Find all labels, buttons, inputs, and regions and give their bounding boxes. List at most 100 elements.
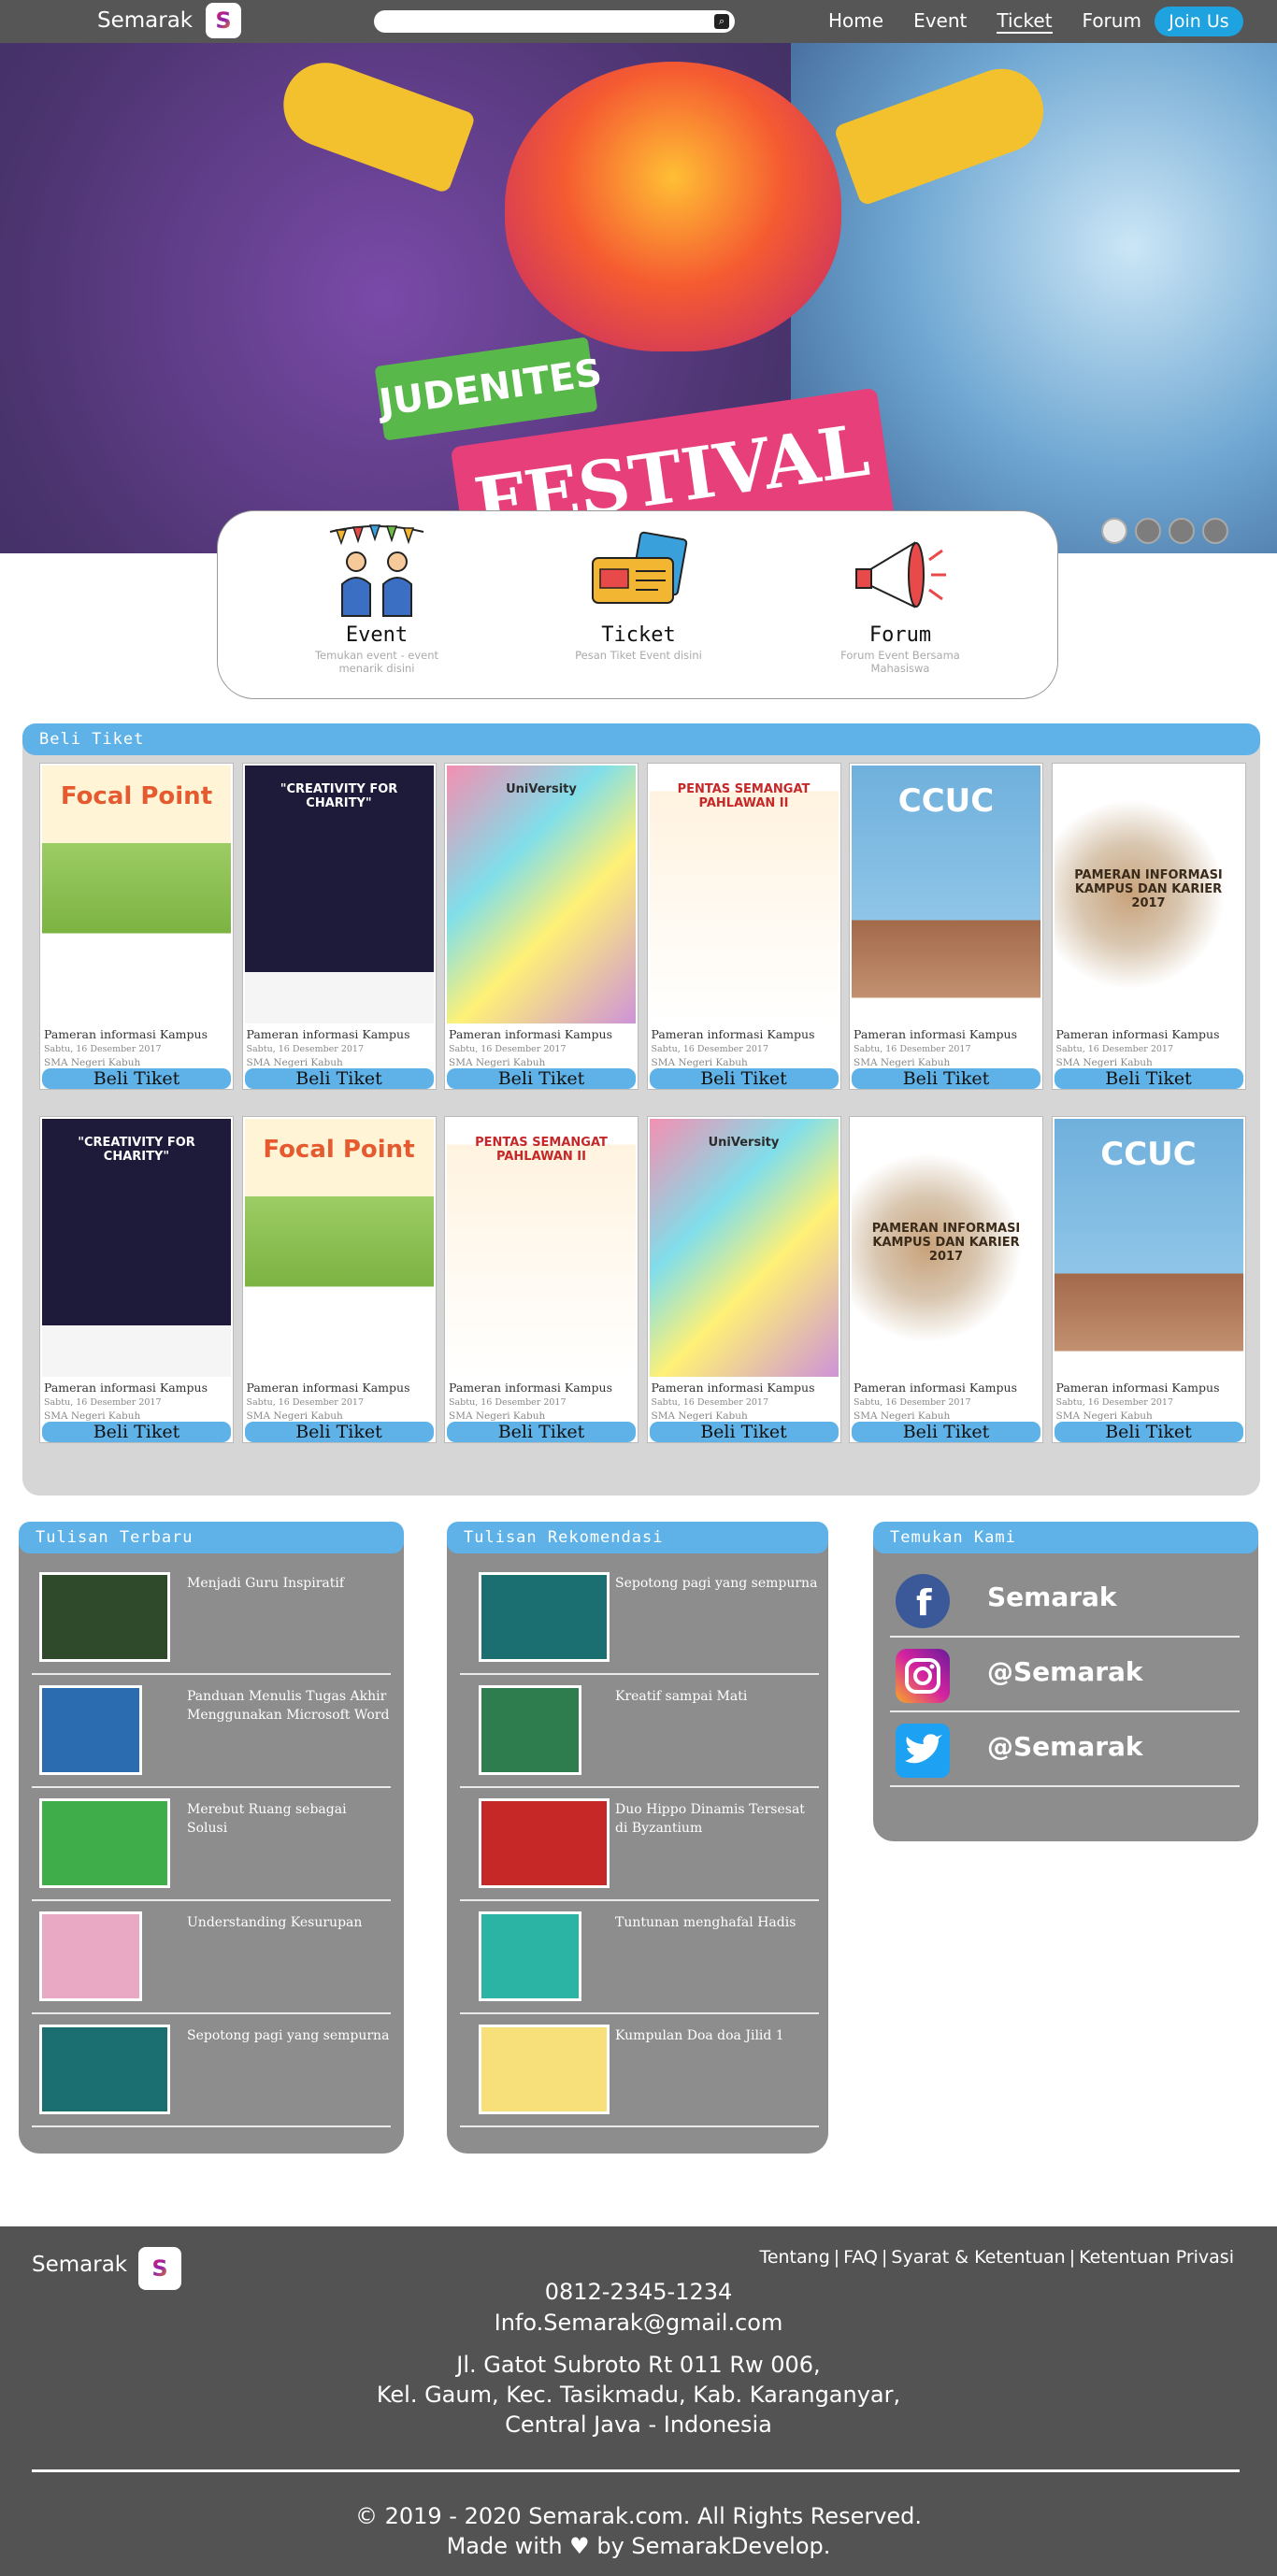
article-thumbnail[interactable] — [479, 2025, 610, 2114]
buy-ticket-button[interactable]: Beli Tiket — [447, 1422, 636, 1442]
article-thumbnail[interactable] — [479, 1798, 610, 1888]
carousel-dot[interactable] — [1101, 518, 1127, 544]
buy-ticket-button[interactable]: Beli Tiket — [649, 1068, 839, 1089]
hero-ribbon-small: JUDENITES — [374, 336, 605, 441]
nav-home[interactable]: Home — [828, 9, 883, 34]
article-title[interactable]: Panduan Menulis Tugas Akhir Menggunakan … — [187, 1687, 391, 1724]
buy-ticket-button[interactable]: Beli Tiket — [852, 1422, 1040, 1442]
nav-event[interactable]: Event — [913, 9, 967, 34]
article-item[interactable]: Kreatif sampai Mati — [460, 1676, 819, 1788]
event-poster[interactable]: UniVersity — [649, 1119, 839, 1377]
article-title[interactable]: Menjadi Guru Inspiratif — [187, 1574, 391, 1593]
buy-ticket-button[interactable]: Beli Tiket — [42, 1068, 231, 1089]
event-poster[interactable]: Focal Point — [42, 766, 231, 1023]
feature-forum[interactable]: Forum Forum Event Bersama Mahasiswa — [816, 522, 984, 675]
brand-name[interactable]: Semarak — [97, 8, 193, 33]
join-us-button[interactable]: Join Us — [1155, 7, 1243, 36]
article-title[interactable]: Merebut Ruang sebagai Solusi — [187, 1800, 391, 1838]
article-title[interactable]: Duo Hippo Dinamis Tersesat di Byzantium — [615, 1800, 819, 1838]
ticket-card[interactable]: Focal Point Pameran informasi Kampus Sabtu… — [241, 1116, 437, 1443]
feature-ticket[interactable]: Ticket Pesan Tiket Event disini — [554, 522, 723, 662]
event-poster[interactable]: PAMERAN INFORMASI KAMPUS DAN KARIER 2017 — [1054, 766, 1243, 1023]
ticket-card[interactable]: PAMERAN INFORMASI KAMPUS DAN KARIER 2017… — [1051, 763, 1246, 1090]
ticket-card[interactable]: UniVersity Pameran informasi Kampus Sabtu,… — [444, 763, 638, 1090]
ticket-card[interactable]: Focal Point Pameran informasi Kampus Sabtu… — [39, 763, 234, 1090]
footer-link-syarat[interactable]: Syarat & Ketentuan — [887, 2247, 1069, 2268]
article-item[interactable]: Panduan Menulis Tugas Akhir Menggunakan … — [32, 1676, 391, 1788]
buy-ticket-button[interactable]: Beli Tiket — [244, 1422, 434, 1442]
article-title[interactable]: Kreatif sampai Mati — [615, 1687, 819, 1706]
social-instagram[interactable]: @Semarak — [890, 1638, 1240, 1712]
event-poster[interactable]: CCUC — [1054, 1119, 1243, 1377]
nav-ticket[interactable]: Ticket — [997, 9, 1053, 34]
article-title[interactable]: Sepotong pagi yang sempurna — [187, 2026, 391, 2045]
ticket-section: Beli Tiket Focal Point Pameran informasi … — [22, 723, 1260, 1496]
buy-ticket-button[interactable]: Beli Tiket — [1054, 1422, 1243, 1442]
ticket-card[interactable]: CCUC Pameran informasi Kampus Sabtu, 16 De… — [849, 763, 1043, 1090]
article-title[interactable]: Tuntunan menghafal Hadis — [615, 1913, 819, 1932]
social-facebook[interactable]: f Semarak — [890, 1563, 1240, 1638]
footer-link-tentang[interactable]: Tentang — [755, 2247, 833, 2268]
carousel-dot[interactable] — [1135, 518, 1161, 544]
social-twitter[interactable]: @Semarak — [890, 1712, 1240, 1787]
article-item[interactable]: Understanding Kesurupan — [32, 1902, 391, 2014]
ticket-event-name: Pameran informasi Kampus — [651, 1381, 815, 1395]
article-item[interactable]: Menjadi Guru Inspiratif — [32, 1563, 391, 1675]
search-bar[interactable]: ⌕ — [374, 10, 735, 33]
article-item[interactable]: Sepotong pagi yang sempurna — [460, 1563, 819, 1675]
carousel-dot[interactable] — [1169, 518, 1195, 544]
ticket-event-name: Pameran informasi Kampus — [1055, 1027, 1220, 1041]
article-thumbnail[interactable] — [39, 1798, 170, 1888]
brand-logo[interactable]: S — [206, 3, 241, 38]
event-poster[interactable]: "CREATIVITY FOR CHARITY" — [42, 1119, 231, 1377]
footer-divider — [32, 2469, 1240, 2472]
ticket-card[interactable]: UniVersity Pameran informasi Kampus Sabtu,… — [646, 1116, 841, 1443]
poster-title: "CREATIVITY FOR CHARITY" — [280, 782, 398, 810]
article-item[interactable]: Merebut Ruang sebagai Solusi — [32, 1789, 391, 1901]
ticket-card[interactable]: PENTAS SEMANGAT PAHLAWAN II Pameran infor… — [646, 763, 841, 1090]
footer-link-faq[interactable]: FAQ — [839, 2247, 882, 2268]
nav-forum[interactable]: Forum — [1083, 9, 1141, 34]
ticket-card[interactable]: "CREATIVITY FOR CHARITY" Pameran informas… — [39, 1116, 234, 1443]
hero-banner[interactable]: JUDENITES FESTIVAL — [0, 43, 1277, 553]
buy-ticket-button[interactable]: Beli Tiket — [42, 1422, 231, 1442]
footer-brand[interactable]: Semarak — [32, 2253, 127, 2277]
article-thumbnail[interactable] — [479, 1911, 581, 2001]
article-item[interactable]: Sepotong pagi yang sempurna — [32, 2015, 391, 2127]
event-poster[interactable]: "CREATIVITY FOR CHARITY" — [244, 766, 434, 1023]
article-title[interactable]: Kumpulan Doa doa Jilid 1 — [615, 2026, 819, 2045]
article-item[interactable]: Kumpulan Doa doa Jilid 1 — [460, 2015, 819, 2127]
article-item[interactable]: Duo Hippo Dinamis Tersesat di Byzantium — [460, 1789, 819, 1901]
ticket-card[interactable]: PAMERAN INFORMASI KAMPUS DAN KARIER 2017… — [849, 1116, 1043, 1443]
carousel-dot[interactable] — [1202, 518, 1228, 544]
event-poster[interactable]: Focal Point — [244, 1119, 434, 1377]
article-thumbnail[interactable] — [39, 1572, 170, 1662]
buy-ticket-button[interactable]: Beli Tiket — [852, 1068, 1040, 1089]
ticket-event-location: SMA Negeri Kabuh — [246, 1057, 343, 1068]
article-title[interactable]: Sepotong pagi yang sempurna — [615, 1574, 819, 1593]
article-thumbnail[interactable] — [479, 1572, 610, 1662]
ticket-card[interactable]: "CREATIVITY FOR CHARITY" Pameran informas… — [241, 763, 437, 1090]
article-thumbnail[interactable] — [39, 2025, 170, 2114]
buy-ticket-button[interactable]: Beli Tiket — [447, 1068, 636, 1089]
event-poster[interactable]: PENTAS SEMANGAT PAHLAWAN II — [649, 766, 839, 1023]
article-thumbnail[interactable] — [39, 1911, 142, 2001]
ticket-card[interactable]: CCUC Pameran informasi Kampus Sabtu, 16 De… — [1051, 1116, 1246, 1443]
article-title[interactable]: Understanding Kesurupan — [187, 1913, 391, 1932]
feature-event[interactable]: Event Temukan event - event menarik disi… — [293, 522, 461, 675]
ticket-event-location: SMA Negeri Kabuh — [651, 1057, 748, 1068]
buy-ticket-button[interactable]: Beli Tiket — [649, 1422, 839, 1442]
event-poster[interactable]: PENTAS SEMANGAT PAHLAWAN II — [447, 1119, 636, 1377]
event-poster[interactable]: CCUC — [852, 766, 1040, 1023]
ticket-card[interactable]: PENTAS SEMANGAT PAHLAWAN II Pameran infor… — [444, 1116, 638, 1443]
buy-ticket-button[interactable]: Beli Tiket — [1054, 1068, 1243, 1089]
event-poster[interactable]: PAMERAN INFORMASI KAMPUS DAN KARIER 2017 — [852, 1119, 1040, 1377]
search-icon[interactable]: ⌕ — [714, 14, 729, 29]
ticket-event-name: Pameran informasi Kampus — [246, 1027, 410, 1041]
event-poster[interactable]: UniVersity — [447, 766, 636, 1023]
article-thumbnail[interactable] — [479, 1685, 581, 1775]
buy-ticket-button[interactable]: Beli Tiket — [244, 1068, 434, 1089]
footer-link-privasi[interactable]: Ketentuan Privasi — [1075, 2247, 1238, 2268]
article-item[interactable]: Tuntunan menghafal Hadis — [460, 1902, 819, 2014]
article-thumbnail[interactable] — [39, 1685, 142, 1775]
